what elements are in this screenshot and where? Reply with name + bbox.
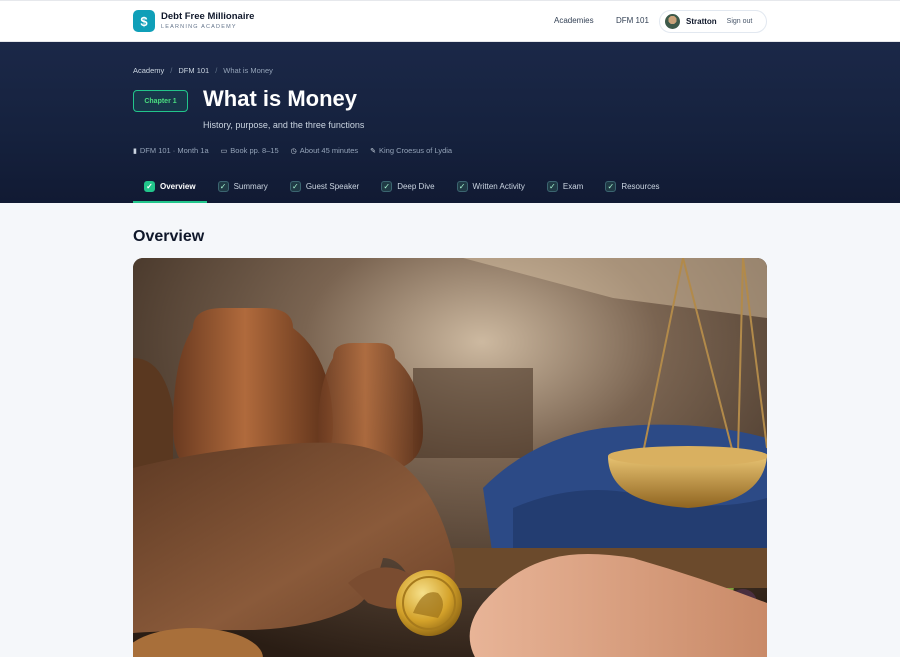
tab-deep-dive[interactable]: ✓ Deep Dive [370, 170, 445, 203]
tab-label: Overview [160, 182, 196, 191]
pen-icon: ✎ [370, 147, 376, 155]
tab-written-activity[interactable]: ✓ Written Activity [446, 170, 536, 203]
nav-link-dfm-101[interactable]: DFM 101 [616, 16, 649, 25]
meta-figure-text: King Croesus of Lydia [379, 146, 453, 155]
check-icon: ✓ [546, 181, 558, 192]
check-icon: ✓ [289, 181, 301, 192]
meta-duration-text: About 45 minutes [299, 146, 359, 155]
clock-icon: ◷ [290, 147, 297, 155]
book-stack-icon: ▮ [133, 147, 137, 155]
breadcrumb-separator: / [215, 66, 218, 75]
breadcrumb-separator: / [170, 66, 173, 75]
sign-out-button[interactable]: Sign out [727, 18, 753, 25]
tab-summary[interactable]: ✓ Summary [207, 170, 279, 203]
check-icon: ✓ [605, 181, 617, 192]
book-icon: ▭ [220, 147, 228, 155]
avatar [665, 14, 680, 29]
meta-course: ▮ DFM 101 · Month 1a [133, 146, 209, 155]
brand-subtitle: LEARNING ACADEMY [161, 23, 237, 30]
check-icon: ✓ [456, 181, 468, 192]
user-name: Stratton [686, 17, 717, 26]
lesson-hero: Academy / DFM 101 / What is Money Chapte… [0, 42, 900, 203]
meta-book-pages-text: Book pp. 8–15 [230, 146, 279, 155]
market-scene-illustration [133, 258, 767, 657]
breadcrumb-academy[interactable]: Academy [133, 66, 164, 75]
tab-label: Deep Dive [397, 182, 435, 191]
breadcrumb: Academy / DFM 101 / What is Money [133, 66, 273, 75]
overview-image [133, 258, 767, 657]
tab-label: Exam [562, 182, 584, 191]
meta-duration: ◷ About 45 minutes [291, 146, 358, 155]
meta-book-pages: ▭ Book pp. 8–15 [221, 146, 279, 155]
check-icon: ✓ [217, 181, 229, 192]
check-icon: ✓ [144, 181, 155, 192]
brand-name: Debt Free Millionaire [161, 11, 255, 22]
chapter-badge: Chapter 1 [133, 90, 188, 112]
page-title: What is Money [203, 86, 358, 111]
dollar-icon: $ [133, 10, 155, 32]
page-subtitle: History, purpose, and the three function… [203, 120, 365, 130]
tab-label: Guest Speaker [305, 182, 360, 191]
lesson-tabs: ✓ Overview ✓ Summary ✓ Guest Speaker ✓ D… [133, 170, 671, 203]
tab-exam[interactable]: ✓ Exam [536, 170, 594, 203]
check-icon: ✓ [381, 181, 393, 192]
nav-link-academies[interactable]: Academies [554, 16, 594, 25]
brand-logo-link[interactable]: $ Debt Free Millionaire LEARNING ACADEMY [133, 10, 254, 32]
lesson-meta: ▮ DFM 101 · Month 1a ▭ Book pp. 8–15 ◷ A… [133, 146, 464, 155]
tab-label: Written Activity [472, 182, 525, 191]
user-menu[interactable]: Stratton Sign out [659, 10, 767, 33]
tab-resources[interactable]: ✓ Resources [594, 170, 670, 203]
meta-figure: ✎ King Croesus of Lydia [370, 146, 452, 155]
breadcrumb-current: What is Money [223, 66, 273, 75]
meta-course-text: DFM 101 · Month 1a [139, 146, 209, 155]
breadcrumb-dfm-101[interactable]: DFM 101 [178, 66, 209, 75]
section-title: Overview [133, 228, 205, 245]
tab-label: Resources [621, 182, 660, 191]
tab-label: Summary [233, 182, 268, 191]
tab-guest-speaker[interactable]: ✓ Guest Speaker [279, 170, 370, 203]
top-navbar: $ Debt Free Millionaire LEARNING ACADEMY… [0, 0, 900, 42]
tab-overview[interactable]: ✓ Overview [133, 170, 207, 203]
